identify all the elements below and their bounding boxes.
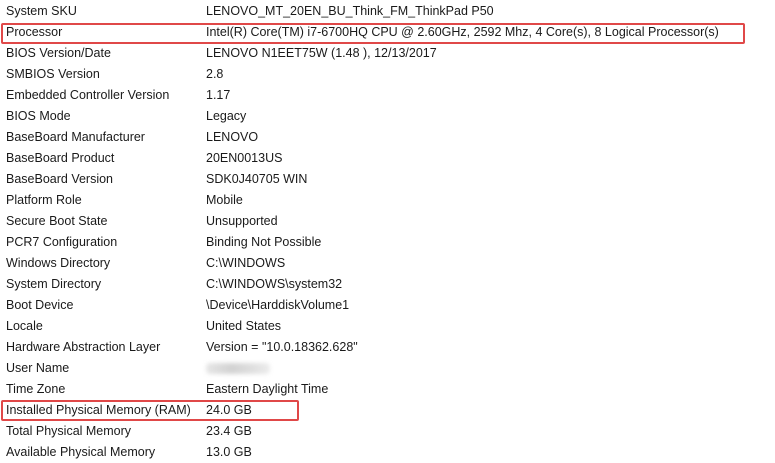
row-available-physical-memory[interactable]: Available Physical Memory 13.0 GB <box>0 442 775 463</box>
row-total-physical-memory[interactable]: Total Physical Memory 23.4 GB <box>0 421 775 442</box>
item-value: \Device\HarddiskVolume1 <box>206 298 350 312</box>
item-label: Windows Directory <box>6 256 111 270</box>
row-hardware-abstraction-layer[interactable]: Hardware Abstraction Layer Version = "10… <box>0 337 775 358</box>
item-value: 20EN0013US <box>206 151 283 165</box>
item-value: Binding Not Possible <box>206 235 322 249</box>
row-smbios-version[interactable]: SMBIOS Version 2.8 <box>0 64 775 85</box>
item-value: C:\WINDOWS <box>206 256 286 270</box>
item-value: LENOVO N1EET75W (1.48 ), 12/13/2017 <box>206 46 437 60</box>
item-label: Platform Role <box>6 193 82 207</box>
redacted-user-name <box>206 363 270 374</box>
item-value: Legacy <box>206 109 247 123</box>
item-value: Intel(R) Core(TM) i7-6700HQ CPU @ 2.60GH… <box>206 25 719 39</box>
item-label: BaseBoard Manufacturer <box>6 130 145 144</box>
item-value: Mobile <box>206 193 243 207</box>
item-label: Locale <box>6 319 43 333</box>
row-windows-directory[interactable]: Windows Directory C:\WINDOWS <box>0 253 775 274</box>
item-label: Boot Device <box>6 298 74 312</box>
item-label: Available Physical Memory <box>6 445 156 459</box>
item-label: BaseBoard Version <box>6 172 114 186</box>
item-label: System Directory <box>6 277 102 291</box>
row-bios-version-date[interactable]: BIOS Version/Date LENOVO N1EET75W (1.48 … <box>0 43 775 64</box>
item-label: Time Zone <box>6 382 66 396</box>
row-baseboard-product[interactable]: BaseBoard Product 20EN0013US <box>0 148 775 169</box>
item-label: Hardware Abstraction Layer <box>6 340 161 354</box>
item-value: Unsupported <box>206 214 278 228</box>
row-baseboard-manufacturer[interactable]: BaseBoard Manufacturer LENOVO <box>0 127 775 148</box>
row-system-sku[interactable]: System SKU LENOVO_MT_20EN_BU_Think_FM_Th… <box>0 0 775 22</box>
item-label: BaseBoard Product <box>6 151 115 165</box>
item-value: 24.0 GB <box>206 403 252 417</box>
item-label: Installed Physical Memory (RAM) <box>6 403 191 417</box>
row-pcr7-configuration[interactable]: PCR7 Configuration Binding Not Possible <box>0 232 775 253</box>
system-summary-table: System SKU LENOVO_MT_20EN_BU_Think_FM_Th… <box>0 0 775 463</box>
row-system-directory[interactable]: System Directory C:\WINDOWS\system32 <box>0 274 775 295</box>
item-label: Embedded Controller Version <box>6 88 170 102</box>
item-label: BIOS Version/Date <box>6 46 111 60</box>
row-baseboard-version[interactable]: BaseBoard Version SDK0J40705 WIN <box>0 169 775 190</box>
item-value: 1.17 <box>206 88 231 102</box>
row-secure-boot-state[interactable]: Secure Boot State Unsupported <box>0 211 775 232</box>
row-locale[interactable]: Locale United States <box>0 316 775 337</box>
item-label: User Name <box>6 361 70 375</box>
row-platform-role[interactable]: Platform Role Mobile <box>0 190 775 211</box>
item-value: SDK0J40705 WIN <box>206 172 308 186</box>
item-label: Total Physical Memory <box>6 424 132 438</box>
item-value: 23.4 GB <box>206 424 252 438</box>
row-boot-device[interactable]: Boot Device \Device\HarddiskVolume1 <box>0 295 775 316</box>
item-label: System SKU <box>6 4 77 18</box>
row-installed-physical-memory[interactable]: Installed Physical Memory (RAM) 24.0 GB <box>0 400 775 421</box>
row-processor[interactable]: Processor Intel(R) Core(TM) i7-6700HQ CP… <box>0 22 775 43</box>
row-bios-mode[interactable]: BIOS Mode Legacy <box>0 106 775 127</box>
item-value: LENOVO <box>206 130 259 144</box>
row-user-name[interactable]: User Name <box>0 358 775 379</box>
item-value: Eastern Daylight Time <box>206 382 329 396</box>
item-label: Secure Boot State <box>6 214 108 228</box>
item-label: SMBIOS Version <box>6 67 100 81</box>
item-value: Version = "10.0.18362.628" <box>206 340 358 354</box>
item-value: 13.0 GB <box>206 445 252 459</box>
item-value: C:\WINDOWS\system32 <box>206 277 343 291</box>
row-time-zone[interactable]: Time Zone Eastern Daylight Time <box>0 379 775 400</box>
item-label: PCR7 Configuration <box>6 235 118 249</box>
item-value: LENOVO_MT_20EN_BU_Think_FM_ThinkPad P50 <box>206 4 494 18</box>
item-value: 2.8 <box>206 67 224 81</box>
item-value: United States <box>206 319 282 333</box>
item-label: BIOS Mode <box>6 109 71 123</box>
row-embedded-controller-version[interactable]: Embedded Controller Version 1.17 <box>0 85 775 106</box>
item-label: Processor <box>6 25 63 39</box>
